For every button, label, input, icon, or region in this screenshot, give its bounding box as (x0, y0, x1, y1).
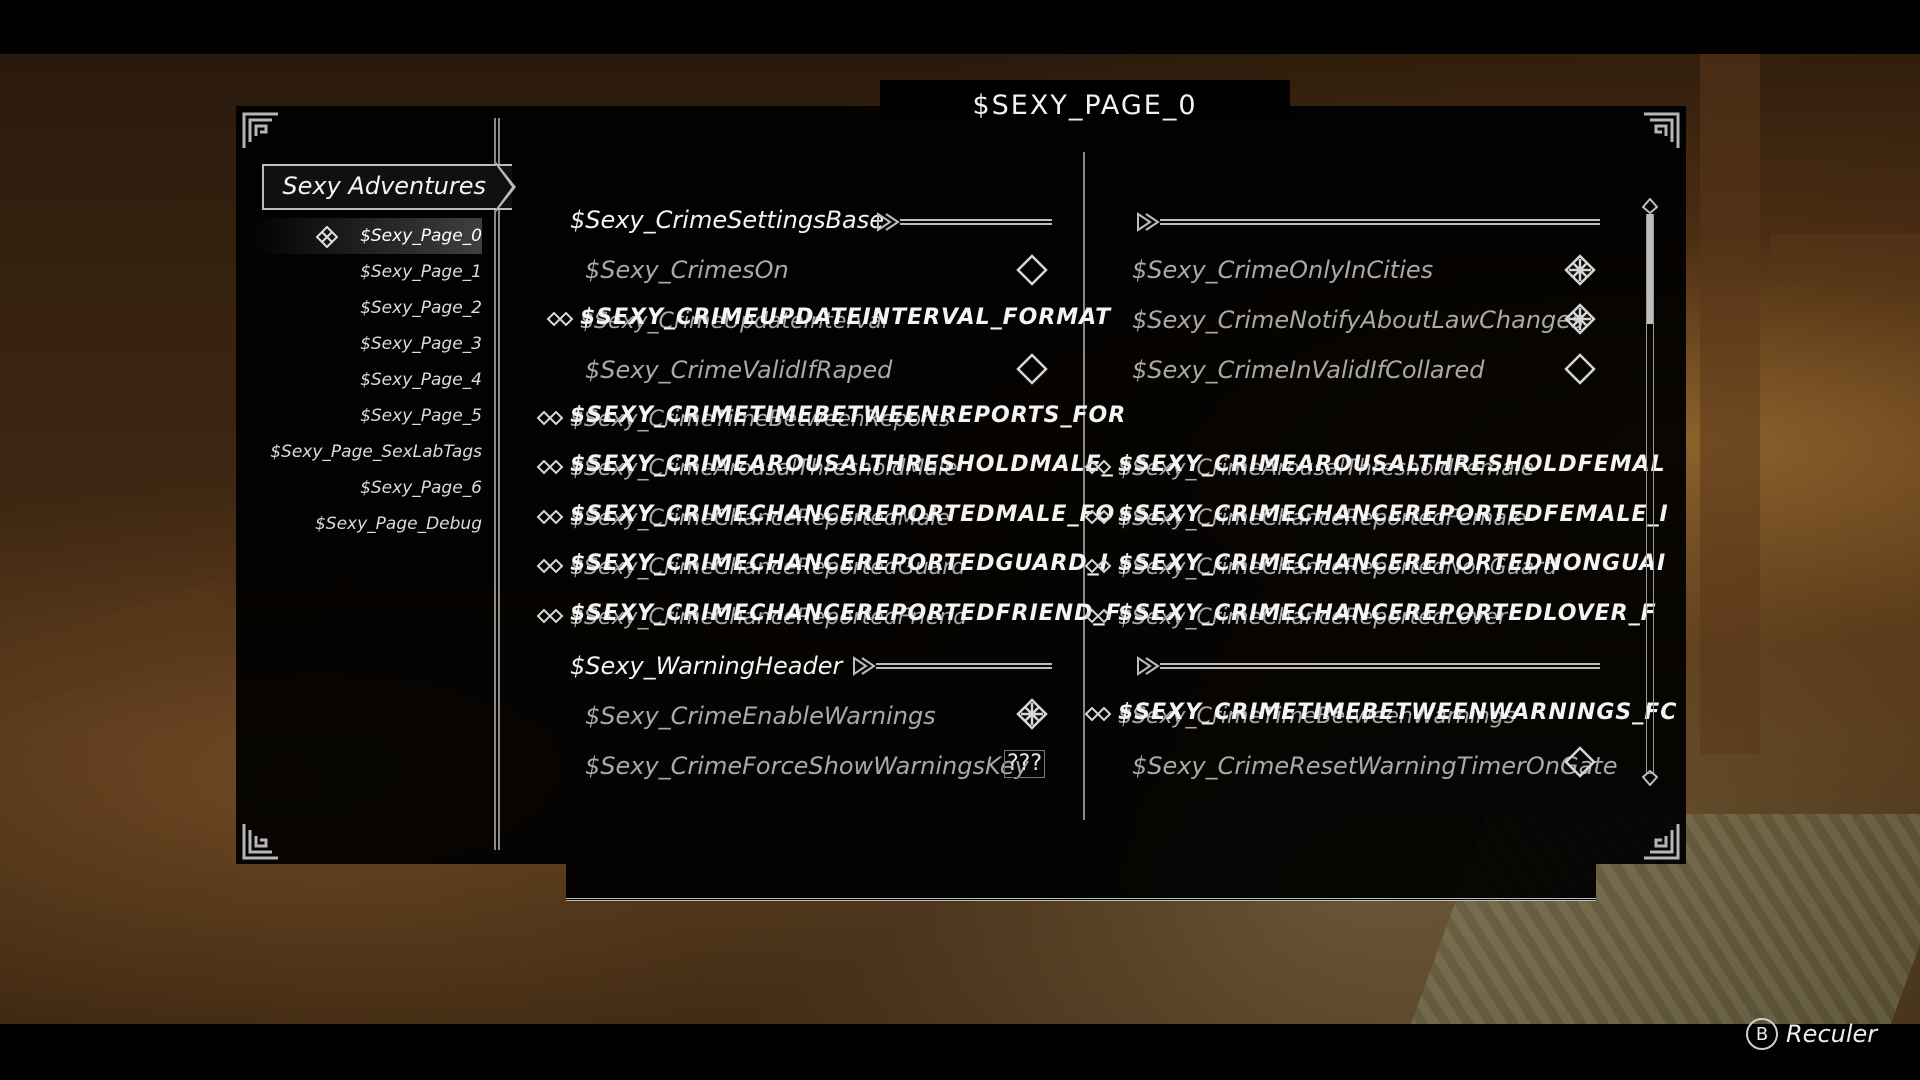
header-arrow-icon (853, 656, 876, 676)
corner-ornament-icon (242, 822, 280, 860)
selected-knot-icon (316, 226, 338, 248)
letterbox-bottom (0, 1024, 1920, 1080)
sidebar-item-page-sexlabtags[interactable]: $Sexy_Page_SexLabTags (250, 434, 482, 470)
sidebar-item-label: $Sexy_Page_3 (360, 334, 482, 354)
sidebar-item-label: $Sexy_Page_0 (360, 226, 482, 246)
back-hint[interactable]: B Reculer (1746, 1018, 1877, 1050)
slider-arrows-icon (1084, 509, 1112, 525)
slider-arrows-icon (536, 558, 564, 574)
chance-guard-slider[interactable]: $SEXY_CRIMECHANCEREPORTEDGUARD_I (570, 544, 1109, 584)
wood-beam (1700, 54, 1760, 754)
force-show-warnings-key-option[interactable]: $Sexy_CrimeForceShowWarningsKey (585, 746, 1029, 786)
wood-beam (0, 579, 234, 709)
sidebar-item-page-1[interactable]: $Sexy_Page_1 (250, 254, 482, 290)
mod-title: Sexy Adventures (282, 172, 486, 200)
keybind-value[interactable]: ??? (1004, 750, 1046, 778)
toggle-enable-warnings[interactable] (1016, 698, 1048, 730)
warning-header: $Sexy_WarningHeader (570, 652, 843, 680)
slider-arrows-icon (546, 311, 574, 327)
scrollbar-thumb[interactable] (1647, 214, 1653, 324)
invalid-if-collared-option[interactable]: $Sexy_CrimeInValidIfCollared (1132, 350, 1484, 390)
sidebar-item-page-0[interactable]: $Sexy_Page_0 (250, 218, 482, 254)
slider-arrows-icon (536, 410, 564, 426)
toggle-notify-law-changes[interactable] (1564, 303, 1596, 335)
sidebar-item-label: $Sexy_Page_SexLabTags (270, 442, 482, 462)
only-in-cities-option[interactable]: $Sexy_CrimeOnlyInCities (1132, 250, 1433, 290)
time-between-warnings-slider[interactable]: $SEXY_CRIMETIMEBETWEENWARNINGS_FC (1118, 693, 1677, 733)
header-arrow-icon (1137, 656, 1160, 676)
sidebar-item-page-2[interactable]: $Sexy_Page_2 (250, 290, 482, 326)
letterbox-top (0, 0, 1920, 54)
toggle-reset-warning-timer[interactable] (1564, 746, 1596, 778)
slider-arrows-icon (536, 459, 564, 475)
header-rule (876, 663, 1052, 669)
sidebar-item-page-5[interactable]: $Sexy_Page_5 (250, 398, 482, 434)
toggle-crimes-on[interactable] (1016, 254, 1048, 286)
enable-warnings-option[interactable]: $Sexy_CrimeEnableWarnings (585, 696, 936, 736)
corner-ornament-icon (242, 112, 280, 150)
toggle-invalid-if-collared[interactable] (1564, 353, 1596, 385)
page-list: $Sexy_Page_0 $Sexy_Page_1 $Sexy_Page_2 $… (250, 218, 482, 542)
update-interval-slider[interactable]: $SEXY_CRIMEUPDATEINTERVAL_FORMAT (580, 298, 1111, 338)
panel-lower-frame (566, 864, 1596, 901)
corner-ornament-icon (1642, 112, 1680, 150)
sidebar-divider (494, 118, 500, 850)
arousal-female-slider[interactable]: $SEXY_CRIMEAROUSALTHRESHOLDFEMAL (1118, 445, 1666, 485)
header-rule (900, 219, 1052, 225)
slider-arrows-icon (1084, 558, 1112, 574)
chance-nonguard-slider[interactable]: $SEXY_CRIMECHANCEREPORTEDNONGUAI (1118, 544, 1666, 584)
chance-lover-slider[interactable]: $SEXY_CRIMECHANCEREPORTEDLOVER_F (1118, 594, 1657, 634)
slider-arrows-icon (1084, 706, 1112, 722)
header-rule (1160, 219, 1600, 225)
slider-arrows-icon (536, 509, 564, 525)
crime-settings-header: $Sexy_CrimeSettingsBase (570, 206, 884, 234)
scroll-down-icon[interactable] (1642, 770, 1658, 786)
slider-arrows-icon (1084, 459, 1112, 475)
crimes-on-option[interactable]: $Sexy_CrimesOn (585, 250, 789, 290)
header-arrow-icon (1137, 212, 1160, 232)
reset-warning-timer-option[interactable]: $Sexy_CrimeResetWarningTimerOnGate (1132, 746, 1617, 786)
sidebar-item-page-4[interactable]: $Sexy_Page_4 (250, 362, 482, 398)
header-rule (1160, 663, 1600, 669)
notify-law-changes-option[interactable]: $Sexy_CrimeNotifyAboutLawChanges (1132, 300, 1584, 340)
toggle-valid-if-raped[interactable] (1016, 353, 1048, 385)
valid-if-raped-option[interactable]: $Sexy_CrimeValidIfRaped (585, 350, 892, 390)
sidebar-item-page-3[interactable]: $Sexy_Page_3 (250, 326, 482, 362)
wood-beam (1770, 234, 1920, 284)
sidebar-item-label: $Sexy_Page_2 (360, 298, 482, 318)
sidebar-item-label: $Sexy_Page_5 (360, 406, 482, 426)
sidebar-item-label: $Sexy_Page_1 (360, 262, 482, 282)
slider-arrows-icon (1084, 608, 1112, 624)
chance-friend-slider[interactable]: $SEXY_CRIMECHANCEREPORTEDFRIEND_F (570, 594, 1121, 634)
corner-ornament-icon (1642, 822, 1680, 860)
time-between-reports-slider[interactable]: $SEXY_CRIMETIMEBETWEENREPORTS_FOR (570, 396, 1126, 436)
chance-female-slider[interactable]: $SEXY_CRIMECHANCEREPORTEDFEMALE_I (1118, 495, 1669, 535)
scroll-up-icon[interactable] (1642, 198, 1658, 214)
sidebar-item-label: $Sexy_Page_Debug (314, 514, 482, 534)
sidebar-item-label: $Sexy_Page_4 (360, 370, 482, 390)
slider-arrows-icon (536, 608, 564, 624)
sidebar-item-page-debug[interactable]: $Sexy_Page_Debug (250, 506, 482, 542)
sidebar-item-label: $Sexy_Page_6 (360, 478, 482, 498)
page-title: $SEXY_PAGE_0 (972, 90, 1198, 121)
b-button-icon: B (1746, 1018, 1778, 1050)
header-arrow-icon (877, 212, 900, 232)
arousal-male-slider[interactable]: $SEXY_CRIMEAROUSALTHRESHOLDMALE_ (570, 445, 1114, 485)
chance-male-slider[interactable]: $SEXY_CRIMECHANCEREPORTEDMALE_FO (570, 495, 1115, 535)
sidebar-item-page-6[interactable]: $Sexy_Page_6 (250, 470, 482, 506)
toggle-only-in-cities[interactable] (1564, 254, 1596, 286)
back-label: Reculer (1786, 1020, 1878, 1048)
